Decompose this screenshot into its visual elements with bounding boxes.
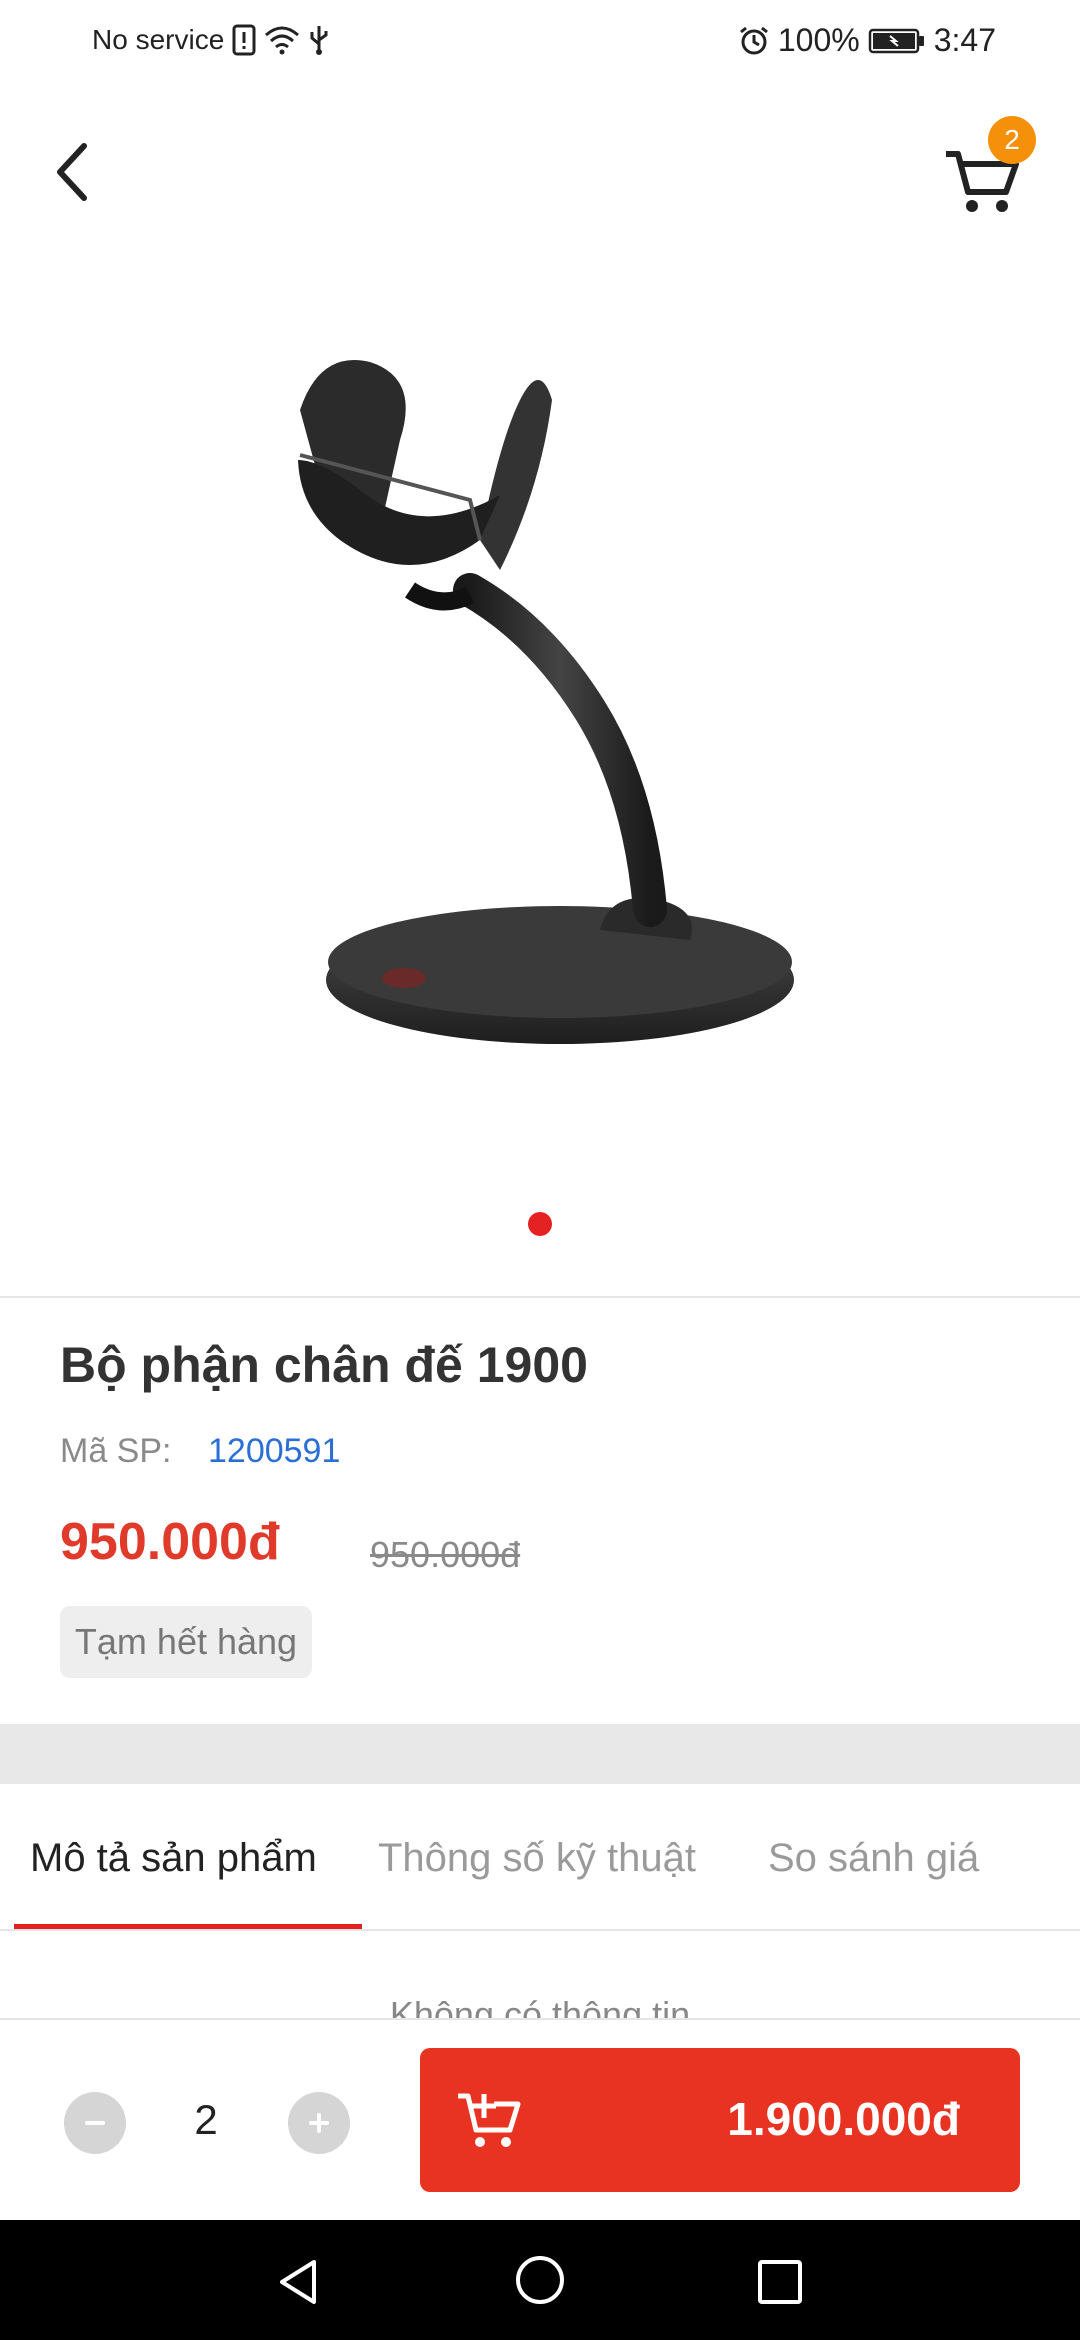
cart-button[interactable]: 2: [940, 116, 1036, 220]
nav-back-icon[interactable]: [270, 2254, 326, 2310]
section-separator: [0, 1724, 1080, 1784]
nav-recent-apps-icon[interactable]: [752, 2254, 808, 2310]
product-title: Bộ phận chân đế 1900: [60, 1337, 588, 1393]
battery-icon: [868, 28, 924, 53]
back-button[interactable]: [50, 132, 120, 212]
alarm-icon: [739, 26, 768, 54]
usb-icon: [310, 26, 328, 55]
total-price: 1.900.000đ: [727, 2093, 960, 2145]
product-price: 950.000đ: [60, 1513, 280, 1571]
stock-status-badge: Tạm hết hàng: [60, 1606, 312, 1678]
battery-percent: 100%: [777, 22, 860, 58]
cart-count-badge: 2: [988, 116, 1036, 164]
tab-price-compare[interactable]: So sánh giá: [768, 1836, 979, 1881]
quantity-increase-button[interactable]: [288, 2092, 350, 2154]
plus-icon: [309, 2113, 329, 2133]
product-image[interactable]: [0, 290, 1080, 1190]
minus-icon: [85, 2121, 105, 2125]
carrier-text: No service: [92, 24, 225, 55]
sim-alert-icon: [232, 24, 256, 56]
sku-value: 1200591: [208, 1432, 341, 1470]
top-app-bar: 2: [0, 84, 1080, 260]
clock-time: 3:47: [933, 22, 996, 58]
no-info-text: Không có thông tin: [389, 1996, 691, 2020]
tab-specifications[interactable]: Thông số kỹ thuật: [378, 1836, 696, 1881]
purchase-bar: 2 1.900.000đ: [0, 2018, 1080, 2222]
product-tabs: Mô tả sản phẩm Thông số kỹ thuật So sánh…: [0, 1784, 1080, 1930]
sku-label: Mã SP:: [60, 1432, 172, 1470]
image-page-indicator: [528, 1212, 552, 1236]
scanner-stand-illustration: [298, 360, 794, 1044]
nav-home-icon[interactable]: [512, 2252, 568, 2308]
divider: [0, 1296, 1080, 1298]
status-right: 100% 3:47: [738, 22, 996, 59]
product-old-price: 950.000đ: [370, 1534, 521, 1575]
system-navigation-bar: [0, 2220, 1080, 2340]
tab-description[interactable]: Mô tả sản phẩm: [30, 1836, 317, 1881]
back-arrow-icon: [57, 143, 87, 201]
add-to-cart-button[interactable]: 1.900.000đ: [420, 2048, 1020, 2192]
quantity-value[interactable]: 2: [186, 2096, 226, 2144]
divider: [0, 1929, 1080, 1931]
status-left: No service: [92, 24, 330, 56]
add-to-cart-icon: [458, 2093, 521, 2147]
status-bar: No service 100% 3:47: [0, 0, 1080, 84]
quantity-decrease-button[interactable]: [64, 2092, 126, 2154]
wifi-icon: [265, 26, 300, 55]
